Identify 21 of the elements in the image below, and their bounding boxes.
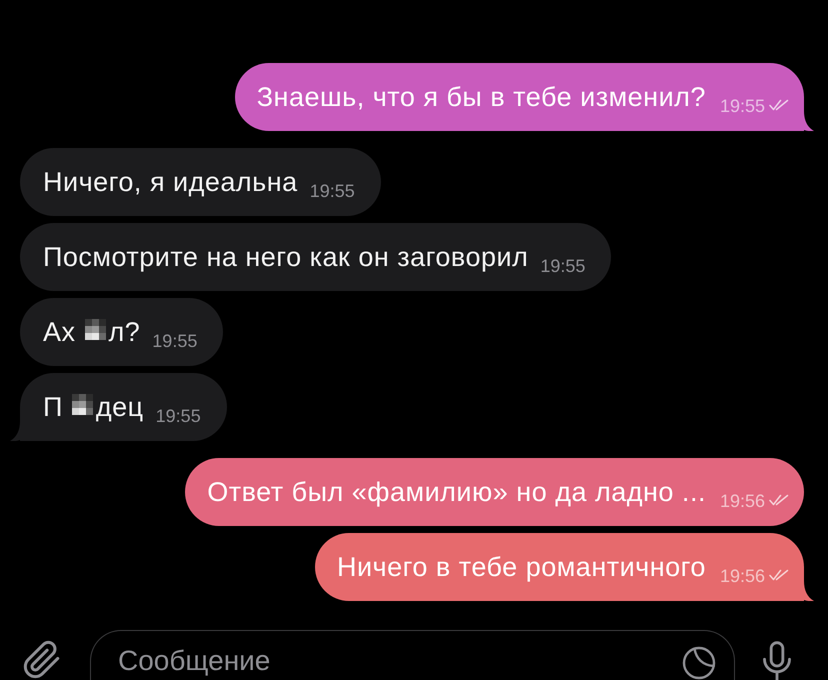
message-text: Знаешь, что я бы в тебе изменил? — [256, 81, 706, 113]
message-text: дец — [96, 391, 144, 423]
message-text: Ах — [43, 316, 76, 348]
paperclip-icon[interactable] — [22, 640, 62, 680]
sticker-icon[interactable] — [681, 645, 717, 680]
message-input-field[interactable]: Сообщение — [90, 630, 735, 680]
censor-mosaic-icon — [84, 318, 106, 340]
message-time: 19:56 — [720, 567, 765, 585]
message-time: 19:55 — [310, 182, 355, 200]
message-time: 19:55 — [720, 97, 765, 115]
message-text: л? — [108, 316, 140, 348]
message-time: 19:56 — [720, 492, 765, 510]
message-time: 19:55 — [152, 332, 198, 350]
message-text: Ответ был «фамилию» но да ладно ... — [207, 476, 706, 508]
message-time: 19:55 — [156, 407, 201, 425]
message-text: Посмотрите на него как он заговорил — [43, 241, 528, 273]
message-text: Ничего, я идеальна — [43, 166, 298, 198]
message-text: П — [43, 391, 63, 423]
censor-mosaic-icon — [72, 394, 93, 414]
message-time: 19:55 — [540, 257, 586, 275]
message-text: Ничего в тебе романтичного — [336, 551, 706, 583]
